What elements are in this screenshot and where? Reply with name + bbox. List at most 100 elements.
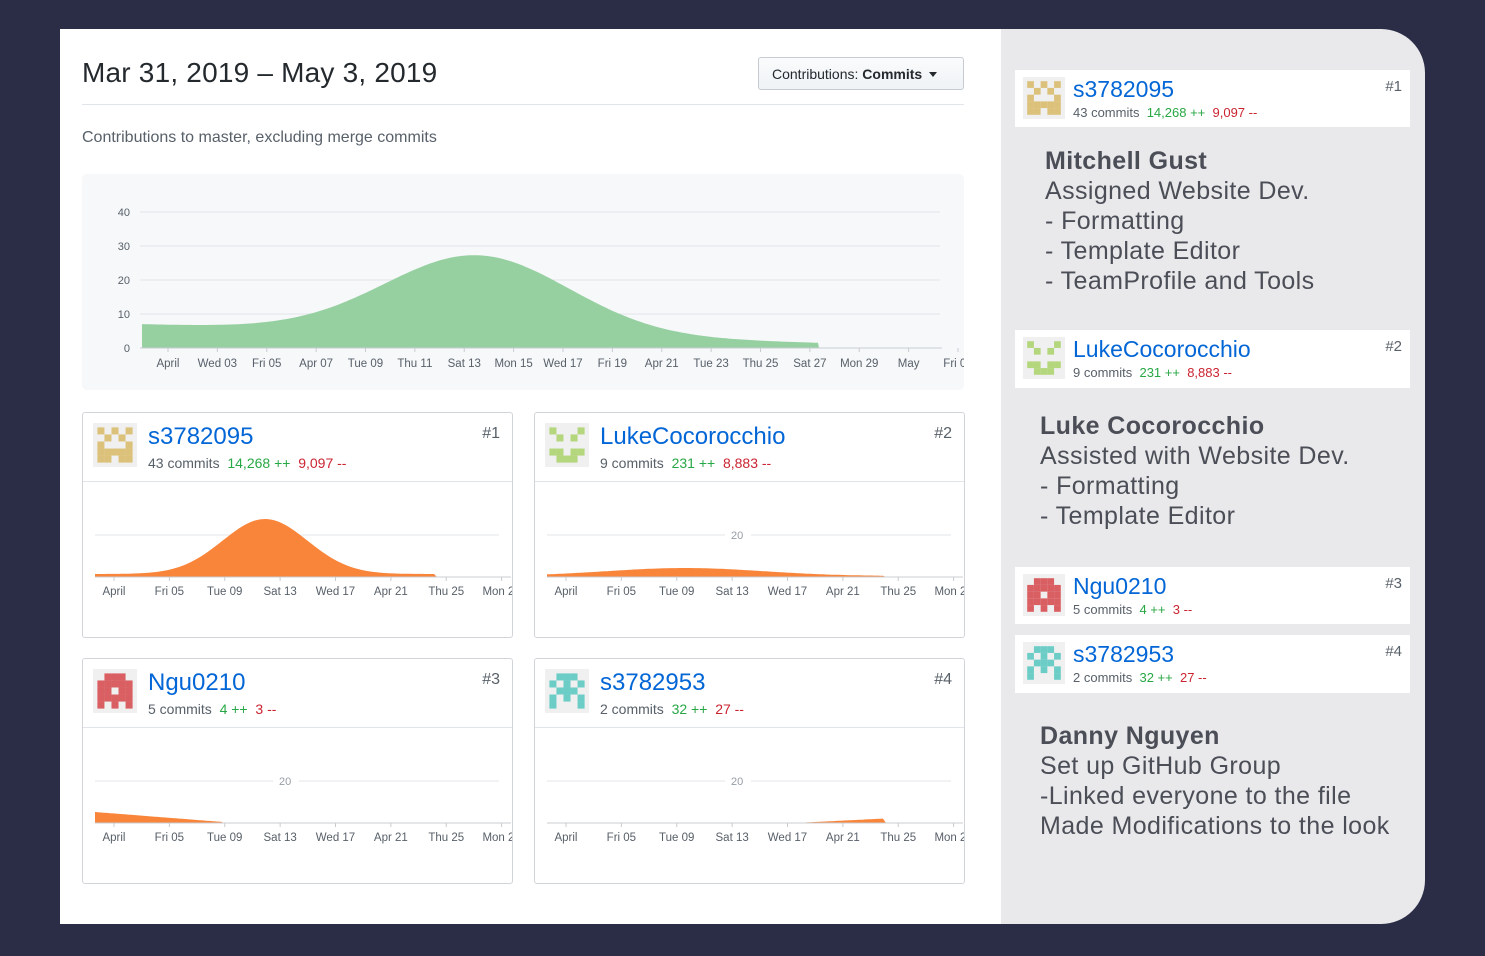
identicon-pixel (1033, 108, 1041, 115)
identicon-avatar[interactable] (93, 423, 137, 467)
summary-card-s3782095: s3782095 43 commits 14,268 ++ 9,097 -- #… (1015, 70, 1410, 127)
main-x-tick-label: Mon 29 (840, 358, 878, 370)
identicon-pixel (563, 455, 571, 463)
identicon-pixel (97, 680, 105, 688)
identicon-avatar[interactable] (545, 423, 589, 467)
identicon-pixel (549, 680, 557, 688)
main-x-tick-label: Tue 23 (693, 358, 728, 370)
contributor-rank: #1 (482, 425, 500, 442)
commit-count: 43 commits (1073, 105, 1140, 120)
additions-count: 14,268 ++ (1146, 105, 1206, 120)
contributors-panel: Mar 31, 2019 – May 3, 2019 Contributions… (60, 29, 1002, 924)
contributor-username[interactable]: s3782095 (1073, 76, 1174, 103)
identicon-pixel (1054, 652, 1061, 660)
identicon-pixel (570, 448, 578, 456)
note-name: Mitchell Gust (1045, 147, 1208, 175)
main-commits-area (142, 255, 819, 348)
identicon-pixel (1040, 101, 1048, 109)
commit-count: 43 commits (148, 455, 220, 471)
note-line: - Template Editor (1040, 502, 1236, 530)
note-line: Assisted with Website Dev. (1040, 442, 1350, 470)
mini-x-tick-label: Fri 05 (607, 586, 636, 598)
identicon-avatar[interactable] (1023, 337, 1065, 379)
contributor-card-s3782095: s3782095 43 commits 14,268 ++ 9,097 -- #… (82, 412, 513, 638)
identicon-pixel (1027, 652, 1034, 660)
additions-count: 4 ++ (1139, 602, 1166, 617)
contributions-type-dropdown[interactable]: Contributions: Commits (758, 57, 964, 90)
identicon-pixel (104, 434, 112, 442)
identicon-pixel (556, 434, 564, 442)
identicon-pixel (556, 673, 564, 681)
contributor-stats: 43 commits 14,268 ++ 9,097 -- (1073, 105, 1257, 120)
contributor-username[interactable]: Ngu0210 (148, 669, 245, 697)
additions-count: 4 ++ (219, 701, 248, 717)
mini-y-tick-label: 20 (731, 530, 743, 542)
note-line: - Template Editor (1045, 237, 1241, 265)
identicon-avatar[interactable] (545, 669, 589, 713)
identicon-pixel (1047, 361, 1055, 369)
identicon-pixel (1040, 368, 1048, 375)
identicon-pixel (97, 694, 105, 702)
contributor-commits-chart: 20 April Fri 05 Tue 09 Sat 13 Wed 17 Apr 21 Thu… (95, 774, 512, 844)
mini-x-tick-label: Wed 17 (316, 832, 355, 844)
mini-x-tick-label: Apr 21 (374, 832, 408, 844)
main-y-tick-label: 30 (118, 241, 130, 253)
identicon-pixel (1033, 584, 1041, 592)
identicon-pixel (97, 427, 105, 435)
commit-count: 9 commits (600, 455, 664, 471)
identicon-pixel (104, 455, 112, 463)
contributor-card-lukecocorocchio: LukeCocorocchio 9 commits 231 ++ 8,883 -… (534, 412, 965, 638)
note-line: - Formatting (1045, 207, 1185, 235)
identicon-pixel (104, 673, 112, 681)
header-divider (82, 104, 964, 105)
mini-x-tick-label: Wed 17 (768, 586, 807, 598)
identicon-pixel (577, 694, 585, 702)
identicon-pixel (1040, 81, 1048, 88)
main-x-tick-label: Thu 11 (397, 358, 432, 370)
identicon-pixel (549, 694, 557, 702)
identicon-pixel (1047, 108, 1055, 115)
date-range-title: Mar 31, 2019 – May 3, 2019 (82, 57, 438, 88)
note-line: - Formatting (1040, 472, 1180, 500)
identicon-pixel (1027, 108, 1034, 115)
additions-count: 231 ++ (671, 455, 716, 471)
identicon-avatar[interactable] (1023, 77, 1065, 119)
identicon-pixel (1054, 673, 1061, 680)
identicon-pixel (1054, 584, 1061, 592)
mini-x-tick-label: April (102, 586, 125, 598)
identicon-pixel (1047, 646, 1055, 653)
contributor-username[interactable]: s3782953 (1073, 641, 1174, 668)
identicon-pixel (563, 673, 571, 681)
identicon-pixel (1027, 598, 1034, 606)
contributor-commits-chart: 20 April Fri 05 Tue 09 Sat 13 Wed 17 Apr 21 Thu… (547, 774, 964, 844)
deletions-count: 3 -- (255, 701, 277, 717)
contributor-stats: 5 commits 4 ++ 3 -- (148, 701, 276, 717)
identicon-pixel (1027, 361, 1034, 369)
identicon-pixel (1040, 598, 1048, 606)
identicon-pixel (104, 687, 112, 695)
contributor-rank: #3 (1385, 575, 1402, 592)
mini-x-tick-label: Mon 29 (482, 832, 512, 844)
contributor-username[interactable]: s3782953 (600, 669, 705, 697)
contributor-stats: 2 commits 32 ++ 27 -- (1073, 670, 1207, 685)
additions-count: 32 ++ (671, 701, 708, 717)
contributor-username[interactable]: s3782095 (148, 423, 253, 451)
contributor-username[interactable]: LukeCocorocchio (1073, 336, 1251, 363)
identicon-pixel (97, 441, 105, 449)
identicon-avatar[interactable] (1023, 642, 1065, 684)
identicon-pixel (556, 455, 564, 463)
identicon-pixel (1054, 598, 1061, 606)
identicon-avatar[interactable] (1023, 574, 1065, 616)
contributor-rank: #4 (934, 671, 952, 688)
deletions-count: 3 -- (1172, 602, 1193, 617)
identicon-pixel (1054, 591, 1061, 599)
identicon-pixel (563, 680, 571, 688)
identicon-pixel (1054, 666, 1061, 674)
contributor-username[interactable]: LukeCocorocchio (600, 423, 785, 451)
main-y-tick-label: 40 (118, 207, 130, 219)
identicon-pixel (125, 448, 133, 456)
identicon-pixel (1027, 81, 1034, 88)
identicon-avatar[interactable] (93, 669, 137, 713)
contributor-username[interactable]: Ngu0210 (1073, 573, 1166, 600)
identicon-pixel (97, 455, 105, 463)
